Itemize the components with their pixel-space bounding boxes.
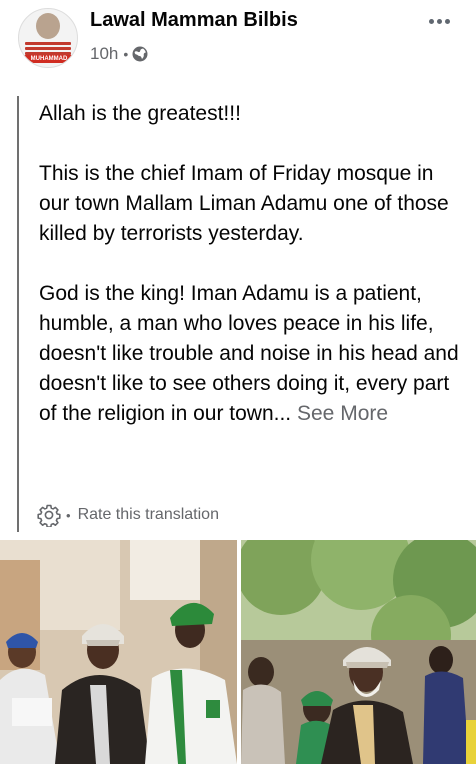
more-options-icon	[428, 18, 434, 24]
avatar[interactable]: MUHAMMAD	[18, 8, 78, 68]
post-paragraph: God is the king! Iman Adamu is a patient…	[39, 279, 459, 429]
rate-translation-link[interactable]: Rate this translation	[78, 506, 219, 524]
post-paragraph: This is the chief Imam of Friday mosque …	[39, 162, 449, 245]
more-options-icon	[436, 18, 442, 24]
author-name[interactable]: Lawal Mamman Bilbis	[90, 9, 298, 32]
more-options-icon	[444, 18, 450, 24]
translation-separator: •	[66, 507, 71, 523]
more-options-button[interactable]	[422, 10, 456, 32]
post-time[interactable]: 10h	[90, 44, 118, 64]
globe-icon[interactable]	[132, 46, 148, 62]
meta-separator: •	[123, 46, 129, 62]
gear-icon[interactable]	[37, 503, 61, 528]
post-paragraph: Allah is the greatest!!!	[39, 102, 241, 125]
translation-row: • Rate this translation	[37, 503, 219, 528]
photo-imam-outdoors[interactable]	[241, 540, 476, 764]
avatar-face	[36, 13, 60, 39]
photo-men-in-caps[interactable]	[0, 540, 237, 764]
post-body: Allah is the greatest!!! This is the chi…	[39, 99, 459, 429]
quote-bar	[17, 96, 19, 532]
avatar-banner-stripe	[25, 47, 71, 50]
post-paragraph-text: God is the king! Iman Adamu is a patient…	[39, 282, 459, 425]
see-more-link[interactable]: See More	[297, 402, 388, 425]
avatar-caption: MUHAMMAD	[23, 55, 75, 63]
avatar-banner-stripe	[25, 42, 71, 45]
post-header: MUHAMMAD Lawal Mamman Bilbis 10h •	[0, 0, 476, 80]
post-meta: 10h •	[90, 42, 148, 66]
